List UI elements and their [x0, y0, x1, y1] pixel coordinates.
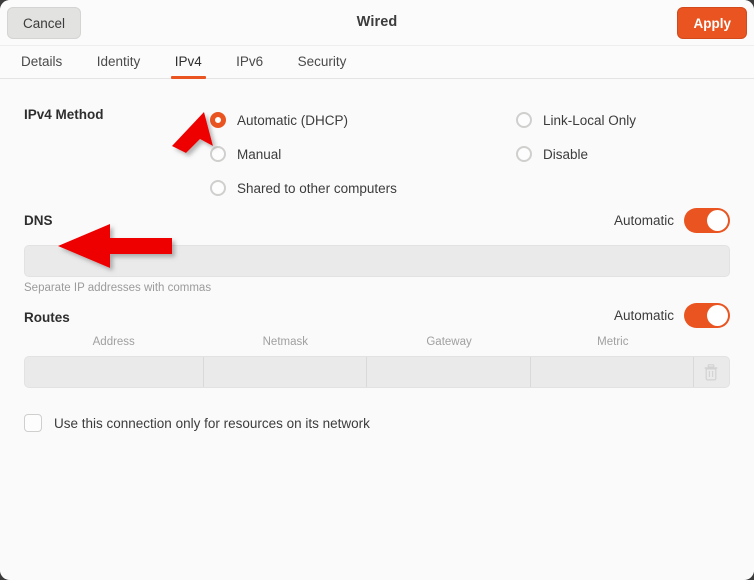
route-netmask-input[interactable] [204, 357, 368, 387]
routes-automatic-group: Automatic [614, 303, 730, 328]
ipv4-method-label: IPv4 Method [24, 107, 104, 122]
header-bar: Cancel Wired Apply [0, 0, 754, 46]
routes-automatic-label: Automatic [613, 308, 674, 323]
network-settings-window: Cancel Wired Apply Details Identity IPv4… [0, 0, 754, 580]
radio-link-local-label: Link-Local Only [543, 112, 637, 128]
radio-disable-icon[interactable] [516, 146, 532, 162]
radio-shared-label: Shared to other computers [237, 180, 397, 196]
route-delete-button[interactable] [694, 357, 729, 387]
connection-scope-checkbox[interactable] [24, 414, 42, 432]
dns-automatic-toggle[interactable] [684, 208, 730, 233]
route-metric-input[interactable] [531, 357, 694, 387]
routes-label: Routes [24, 310, 70, 325]
tab-ipv4[interactable]: IPv4 [160, 46, 217, 79]
radio-manual-label: Manual [237, 146, 282, 162]
table-row [24, 356, 730, 388]
radio-option-manual[interactable]: Manual [210, 137, 397, 171]
window-title: Wired [356, 14, 398, 30]
radio-disable-label: Disable [543, 146, 589, 162]
tab-security[interactable]: Security [283, 46, 362, 79]
routes-column-address: Address [92, 336, 135, 348]
routes-toggle-knob [707, 305, 728, 326]
ipv4-method-options-left: Automatic (DHCP) Manual Shared to other … [210, 103, 397, 205]
dns-servers-input[interactable] [24, 245, 730, 277]
dns-automatic-label: Automatic [613, 213, 674, 228]
tab-details[interactable]: Details [6, 46, 77, 79]
routes-table-header: Address Netmask Gateway Metric [24, 336, 730, 356]
radio-option-shared[interactable]: Shared to other computers [210, 171, 397, 205]
ipv4-method-section: IPv4 Method Automatic (DHCP) Manual Shar… [24, 79, 730, 205]
radio-option-link-local[interactable]: Link-Local Only [516, 103, 636, 137]
dns-label: DNS [24, 213, 53, 228]
radio-shared-icon[interactable] [210, 180, 226, 196]
dns-toggle-knob [707, 210, 728, 231]
connection-scope-label: Use this connection only for resources o… [54, 415, 370, 431]
apply-button[interactable]: Apply [677, 7, 747, 39]
routes-table: Address Netmask Gateway Metric [24, 336, 730, 388]
routes-section: Routes Automatic Address Netmask Gateway… [24, 300, 730, 405]
route-address-input[interactable] [25, 357, 204, 387]
ipv4-method-options-right: Link-Local Only Disable [516, 103, 636, 171]
dns-automatic-group: Automatic [614, 208, 730, 233]
route-gateway-input[interactable] [367, 357, 531, 387]
radio-automatic-dhcp-icon[interactable] [210, 112, 226, 128]
radio-automatic-dhcp-label: Automatic (DHCP) [237, 112, 349, 128]
connection-scope-row[interactable]: Use this connection only for resources o… [24, 409, 730, 437]
radio-option-automatic-dhcp[interactable]: Automatic (DHCP) [210, 103, 397, 137]
routes-automatic-toggle[interactable] [684, 303, 730, 328]
routes-column-netmask: Netmask [262, 336, 308, 348]
routes-column-actions [695, 336, 730, 356]
ipv4-settings-panel: IPv4 Method Automatic (DHCP) Manual Shar… [0, 79, 754, 579]
tab-identity[interactable]: Identity [82, 46, 156, 79]
radio-link-local-icon[interactable] [516, 112, 532, 128]
dns-section: DNS Automatic Separate IP addresses with… [24, 205, 730, 300]
radio-option-disable[interactable]: Disable [516, 137, 636, 171]
radio-manual-icon[interactable] [210, 146, 226, 162]
trash-icon [705, 363, 718, 380]
routes-column-gateway: Gateway [426, 336, 472, 348]
routes-column-metric: Metric [597, 336, 629, 348]
dns-hint-text: Separate IP addresses with commas [24, 282, 212, 294]
tab-bar: Details Identity IPv4 IPv6 Security [0, 46, 754, 79]
tab-ipv6[interactable]: IPv6 [221, 46, 278, 79]
